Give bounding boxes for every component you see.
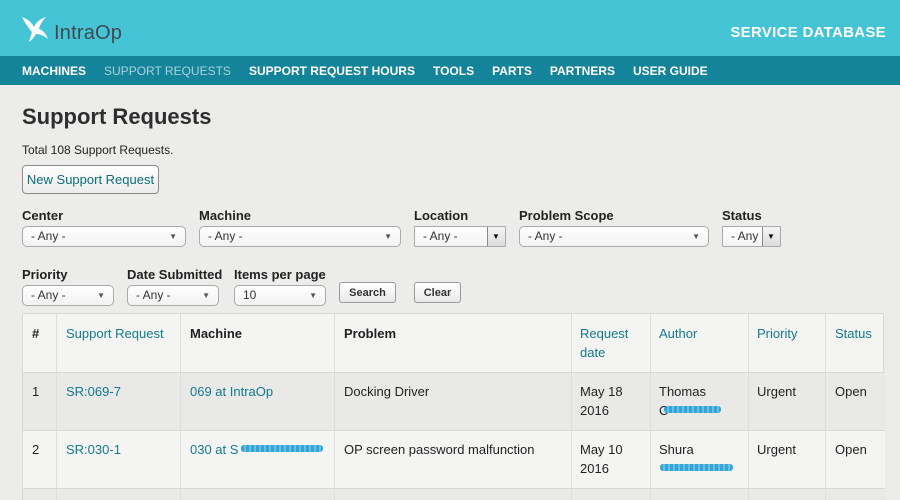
status-select-value: - Any -: [731, 229, 766, 243]
center-label: Center: [22, 208, 64, 223]
chevron-down-icon: ▼: [97, 291, 105, 300]
header-request-date-line1: Request: [580, 326, 629, 341]
nav-item-user-guide[interactable]: USER GUIDE: [633, 64, 708, 78]
row-1-machine-link[interactable]: 069 at IntraOp: [190, 382, 273, 401]
row-1-author: Thomas C: [659, 382, 706, 420]
row-1-request-date: May 18 2016: [580, 382, 623, 420]
center-select[interactable]: - Any - ▼: [22, 226, 186, 247]
row-2-date-line2: 2016: [580, 461, 609, 476]
center-select-value: - Any -: [31, 229, 66, 243]
row-1-date-line1: May 18: [580, 384, 623, 399]
chevron-down-icon: ▼: [169, 232, 177, 241]
row-divider: [23, 372, 885, 373]
row-1-number: 1: [32, 384, 40, 399]
intraop-logo[interactable]: IntraOp: [20, 10, 122, 46]
logo-text: IntraOp: [54, 21, 123, 44]
row-1-problem: Docking Driver: [344, 384, 430, 399]
row-2-status: Open: [835, 442, 867, 457]
redaction-scribble: [660, 464, 733, 471]
priority-select[interactable]: - Any - ▼: [22, 285, 114, 306]
clear-button[interactable]: Clear: [414, 282, 461, 303]
new-support-request-button[interactable]: New Support Request: [22, 165, 159, 194]
total-count: Total 108 Support Requests.: [22, 143, 174, 157]
date-submitted-select-value: - Any -: [136, 288, 171, 302]
machine-select[interactable]: - Any - ▼: [199, 226, 401, 247]
row-divider: [23, 488, 885, 489]
chevron-down-icon: ▼: [692, 232, 700, 241]
column-divider: [334, 314, 335, 500]
header-status[interactable]: Status: [835, 324, 872, 343]
table-row-bg: [23, 372, 885, 430]
redaction-scribble: [664, 406, 721, 413]
column-divider: [56, 314, 57, 500]
column-divider: [825, 314, 826, 500]
nav-item-support-request-hours[interactable]: SUPPORT REQUEST HOURS: [249, 64, 415, 78]
machine-label: Machine: [199, 208, 252, 223]
nav-item-parts[interactable]: PARTS: [492, 64, 532, 78]
header-machine: Machine: [190, 326, 243, 341]
location-label: Location: [414, 208, 469, 223]
row-1-support-request-link[interactable]: SR:069-7: [66, 382, 121, 401]
items-per-page-select-value: 10: [243, 288, 257, 302]
table-row-bg: [23, 430, 885, 488]
column-divider: [650, 314, 651, 500]
machine-select-value: - Any -: [208, 229, 243, 243]
column-divider: [180, 314, 181, 500]
header-problem: Problem: [344, 326, 397, 341]
row-1-date-line2: 2016: [580, 403, 609, 418]
row-2-date-line1: May 10: [580, 442, 623, 457]
nav-item-support-requests[interactable]: SUPPORT REQUESTS: [104, 64, 231, 78]
chevron-down-icon: ▼: [384, 232, 392, 241]
chevron-down-icon: ▼: [202, 291, 210, 300]
date-submitted-label: Date Submitted: [127, 267, 223, 282]
row-2-number: 2: [32, 442, 40, 457]
status-label: Status: [722, 208, 762, 223]
nav-item-partners[interactable]: PARTNERS: [550, 64, 615, 78]
top-banner: IntraOp SERVICE DATABASE: [0, 0, 900, 56]
items-per-page-label: Items per page: [234, 267, 326, 282]
row-2-request-date: May 10 2016: [580, 440, 623, 478]
status-select[interactable]: - Any - ▼: [722, 226, 781, 247]
dropdown-arrow-icon: ▼: [487, 227, 505, 246]
hummingbird-logo-icon: [22, 17, 48, 42]
row-2-author-line1: Shura: [659, 442, 694, 457]
main-nav: MACHINES SUPPORT REQUESTS SUPPORT REQUES…: [0, 56, 900, 85]
dropdown-arrow-icon: ▼: [762, 227, 780, 246]
problem-scope-label: Problem Scope: [519, 208, 614, 223]
page-title: Support Requests: [22, 104, 212, 129]
header-request-date-line2: date: [580, 345, 606, 360]
location-select[interactable]: - Any - ▼: [414, 226, 506, 247]
search-button[interactable]: Search: [339, 282, 396, 303]
table-row-bg: [23, 488, 885, 500]
row-1-priority: Urgent: [757, 384, 797, 399]
row-1-status: Open: [835, 384, 867, 399]
priority-select-value: - Any -: [31, 288, 66, 302]
problem-scope-select-value: - Any -: [528, 229, 563, 243]
header-request-date[interactable]: Request date: [580, 324, 628, 362]
column-divider: [571, 314, 572, 500]
service-database-title: SERVICE DATABASE: [730, 24, 886, 41]
nav-item-machines[interactable]: MACHINES: [22, 64, 86, 78]
nav-item-tools[interactable]: TOOLS: [433, 64, 474, 78]
row-2-problem: OP screen password malfunction: [344, 442, 535, 457]
priority-label: Priority: [22, 267, 68, 282]
redaction-scribble: [241, 445, 323, 452]
header-number: #: [32, 326, 40, 341]
location-select-value: - Any -: [423, 229, 458, 243]
row-2-author: Shura: [659, 440, 694, 459]
row-2-priority: Urgent: [757, 442, 797, 457]
row-divider: [23, 430, 885, 431]
header-author[interactable]: Author: [659, 324, 697, 343]
support-requests-table: # Support Request Machine Problem Reques…: [22, 313, 885, 500]
items-per-page-select[interactable]: 10 ▼: [234, 285, 326, 306]
row-2-machine-link[interactable]: 030 at S: [190, 440, 238, 459]
row-1-author-line1: Thomas: [659, 384, 706, 399]
header-priority[interactable]: Priority: [757, 324, 797, 343]
row-2-support-request-link[interactable]: SR:030-1: [66, 440, 121, 459]
header-support-request[interactable]: Support Request: [66, 324, 164, 343]
column-divider: [748, 314, 749, 500]
chevron-down-icon: ▼: [309, 291, 317, 300]
date-submitted-select[interactable]: - Any - ▼: [127, 285, 219, 306]
problem-scope-select[interactable]: - Any - ▼: [519, 226, 709, 247]
